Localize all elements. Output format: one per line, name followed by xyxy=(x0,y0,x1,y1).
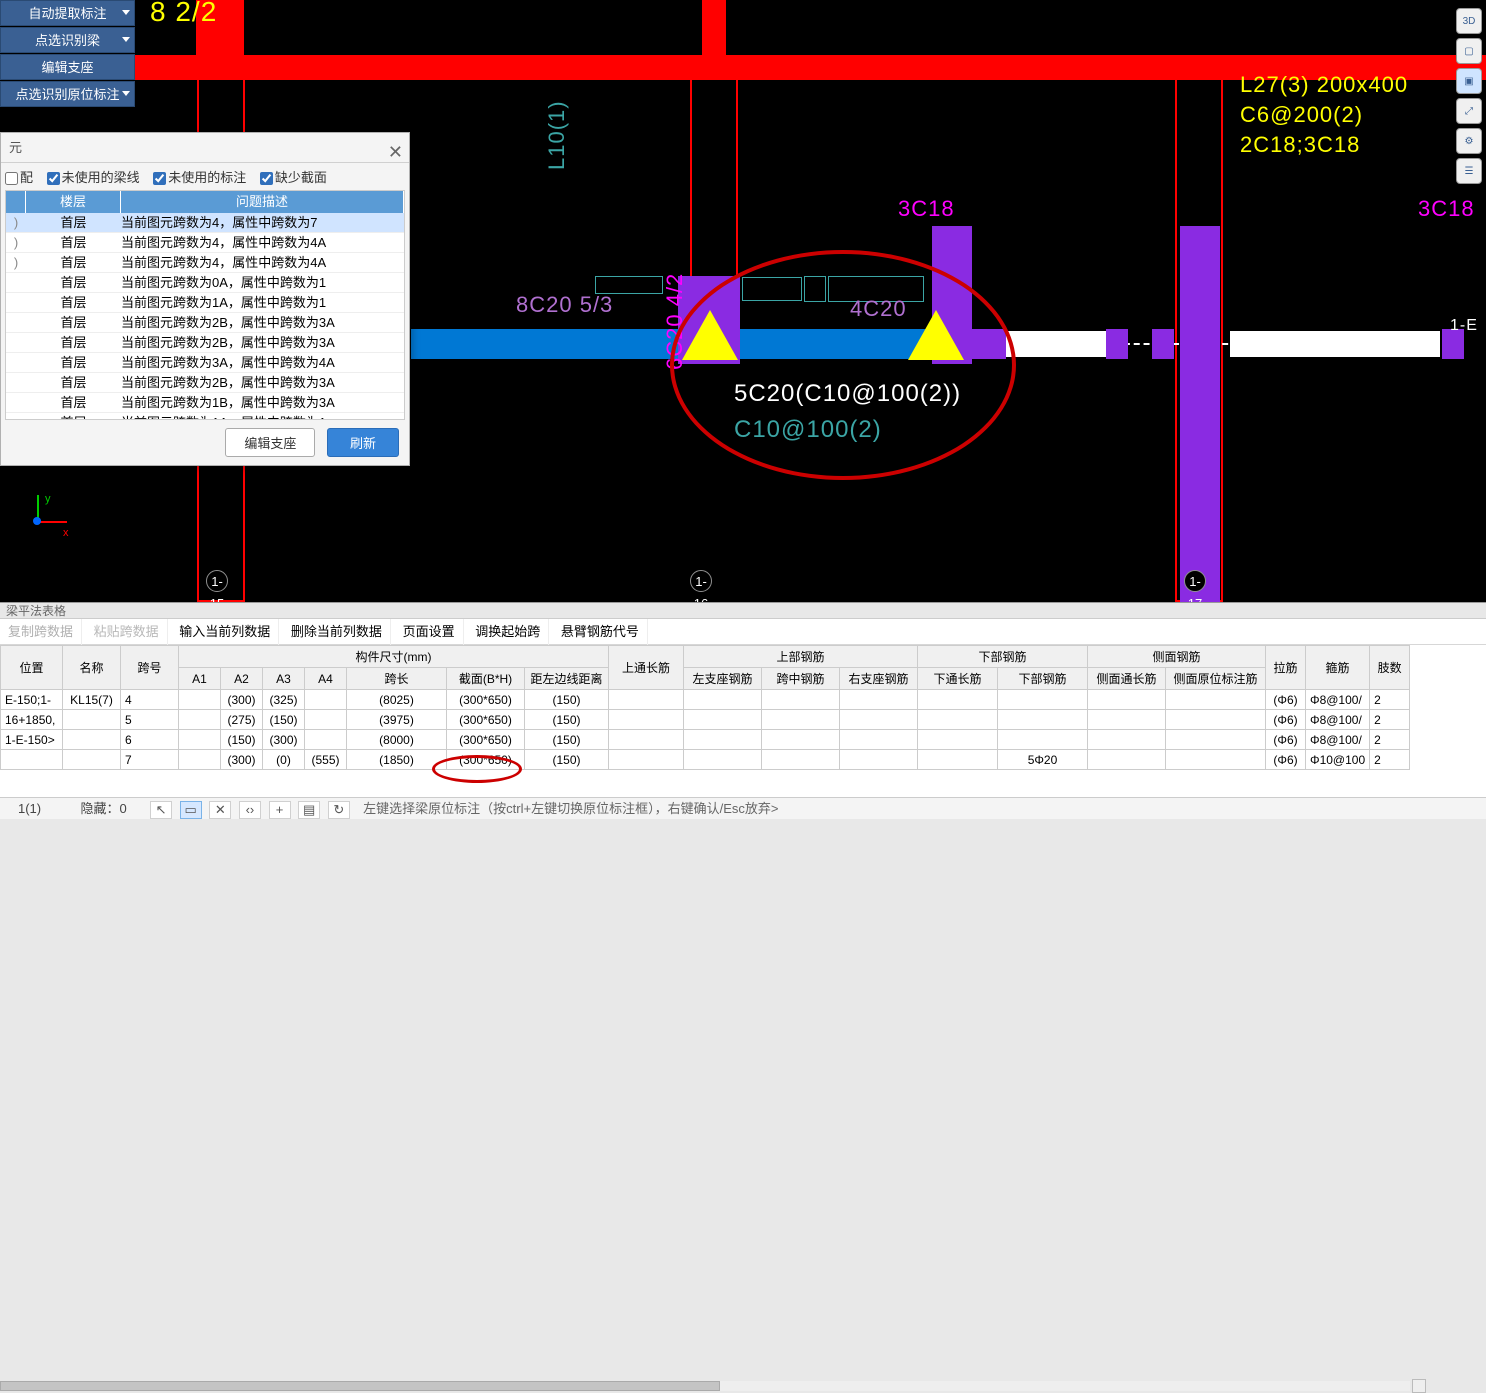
tool-paste-span[interactable]: 粘贴跨数据 xyxy=(86,619,168,645)
tool-page-setup[interactable]: 页面设置 xyxy=(395,619,464,645)
issue-row[interactable]: )首层当前图元跨数为4，属性中跨数为4A xyxy=(6,233,404,253)
bottom-tools: 复制跨数据 粘贴跨数据 输入当前列数据 删除当前列数据 页面设置 调换起始跨 悬… xyxy=(0,619,1486,645)
sicon-doc[interactable]: ▤ xyxy=(298,801,320,819)
sicon-cursor[interactable]: ↖ xyxy=(150,801,172,819)
cad-text: C6@200(2) xyxy=(1240,102,1363,128)
annotation-circle xyxy=(670,250,1016,480)
tool-swap-start[interactable]: 调换起始跨 xyxy=(467,619,549,645)
issue-row[interactable]: )首层当前图元跨数为4，属性中跨数为4A xyxy=(6,253,404,273)
btn-edit-support-panel[interactable]: 编辑支座 xyxy=(225,428,315,457)
btn-auto-extract[interactable]: 自动提取标注 xyxy=(0,0,135,26)
issue-row[interactable]: 首层当前图元跨数为2B，属性中跨数为3A xyxy=(6,373,404,393)
sicon-refresh[interactable]: ↻ xyxy=(328,801,350,819)
data-table-wrap[interactable]: 位置 名称 跨号 构件尺寸(mm) 上通长筋 上部钢筋 下部钢筋 侧面钢筋 拉筋… xyxy=(0,645,1486,777)
issue-row[interactable]: 首层当前图元跨数为0A，属性中跨数为1 xyxy=(6,273,404,293)
view-top-icon[interactable]: ▢ xyxy=(1456,38,1482,64)
cad-text: 8C20 5/3 xyxy=(516,292,613,318)
issue-list[interactable]: 楼层 问题描述 )首层当前图元跨数为4，属性中跨数为7)首层当前图元跨数为4，属… xyxy=(5,190,405,420)
table-row[interactable]: 7(300)(0)(555)(1850)(300*650)(150)5Φ20(Φ… xyxy=(1,750,1410,770)
view-settings-icon[interactable]: ⚙ xyxy=(1456,128,1482,154)
table-row[interactable]: 1-E-150>6(150)(300)(8000)(300*650)(150)(… xyxy=(1,730,1410,750)
h-scrollbar[interactable] xyxy=(0,1381,1410,1391)
chk-unused-beamline[interactable]: 未使用的梁线 xyxy=(47,170,140,185)
cad-text: L27(3) 200x400 xyxy=(1240,72,1408,98)
sicon-box[interactable]: ▭ xyxy=(180,801,202,819)
btn-origin-label[interactable]: 点选识别原位标注 xyxy=(0,81,135,107)
table-row[interactable]: E-150;1-KL15(7)4(300)(325)(8025)(300*650… xyxy=(1,690,1410,710)
bottom-title: 梁平法表格 xyxy=(0,603,1486,619)
tool-copy-span[interactable]: 复制跨数据 xyxy=(0,619,82,645)
annotation-circle-table xyxy=(432,755,522,783)
status-hint: 左键选择梁原位标注（按ctrl+左键切换原位标注框），右键确认/Esc放弃> xyxy=(363,801,778,816)
axis-gizmo: yx xyxy=(15,495,70,550)
close-icon[interactable]: ✕ xyxy=(388,137,403,167)
chk-unused-label[interactable]: 未使用的标注 xyxy=(153,170,246,185)
grid-bubble: 1-16 xyxy=(690,570,712,592)
btn-edit-support[interactable]: 编辑支座 xyxy=(0,54,135,80)
chk-alloc[interactable]: 配 xyxy=(5,170,33,185)
issue-row[interactable]: 首层当前图元跨数为1A，属性中跨数为1 xyxy=(6,413,404,420)
left-toolbar: 自动提取标注 点选识别梁 编辑支座 点选识别原位标注 xyxy=(0,0,135,108)
beam-white xyxy=(1230,331,1440,357)
cad-text: L10(1) xyxy=(544,100,570,170)
issue-row[interactable]: 首层当前图元跨数为1B，属性中跨数为3A xyxy=(6,393,404,413)
view-strip: 3D ▢ ▣ ⤢ ⚙ ☰ xyxy=(1456,8,1484,188)
table-row[interactable]: 16+1850,5(275)(150)(3975)(300*650)(150)(… xyxy=(1,710,1410,730)
grid-bubble: 1-17 xyxy=(1184,570,1206,592)
tool-cantilever[interactable]: 悬臂钢筋代号 xyxy=(553,619,648,645)
issue-row[interactable]: 首层当前图元跨数为2B，属性中跨数为3A xyxy=(6,333,404,353)
view-3d-icon[interactable]: 3D xyxy=(1456,8,1482,34)
beam-table-panel: 梁平法表格 复制跨数据 粘贴跨数据 输入当前列数据 删除当前列数据 页面设置 调… xyxy=(0,602,1486,819)
cad-text: 1-E xyxy=(1450,317,1478,335)
issues-panel: 元 ✕ 配 未使用的梁线 未使用的标注 缺少截面 楼层 问题描述 )首层当前图元… xyxy=(0,132,410,466)
sicon-x[interactable]: ✕ xyxy=(209,801,231,819)
view-list-icon[interactable]: ☰ xyxy=(1456,158,1482,184)
tool-delete-col[interactable]: 删除当前列数据 xyxy=(283,619,391,645)
data-table: 位置 名称 跨号 构件尺寸(mm) 上通长筋 上部钢筋 下部钢筋 侧面钢筋 拉筋… xyxy=(0,645,1410,770)
chk-missing-section[interactable]: 缺少截面 xyxy=(260,170,327,185)
cad-text: 3C18 xyxy=(1418,196,1475,222)
status-count: 1(1) xyxy=(0,798,59,820)
sicon-plus[interactable]: + xyxy=(269,801,291,819)
tool-input-col[interactable]: 输入当前列数据 xyxy=(171,619,279,645)
col-seg xyxy=(1152,329,1174,359)
issue-row[interactable]: 首层当前图元跨数为3A，属性中跨数为4A xyxy=(6,353,404,373)
btn-refresh[interactable]: 刷新 xyxy=(327,428,399,457)
status-hidden: 隐藏：0 xyxy=(62,798,144,820)
view-expand-icon[interactable]: ⤢ xyxy=(1456,98,1482,124)
cad-text: 3C18 xyxy=(898,196,955,222)
cad-text: 8 2/2 xyxy=(150,0,217,28)
sicon-chev[interactable]: ‹› xyxy=(239,801,261,819)
panel-filters: 配 未使用的梁线 未使用的标注 缺少截面 xyxy=(1,163,409,190)
status-bar: 1(1) 隐藏：0 ↖ ▭ ✕ ‹› + ▤ ↻ 左键选择梁原位标注（按ctrl… xyxy=(0,797,1486,819)
btn-point-recognize[interactable]: 点选识别梁 xyxy=(0,27,135,53)
issue-row[interactable]: )首层当前图元跨数为4，属性中跨数为7 xyxy=(6,213,404,233)
list-header: 楼层 问题描述 xyxy=(6,191,404,213)
column xyxy=(1180,226,1220,602)
view-front-icon[interactable]: ▣ xyxy=(1456,68,1482,94)
scroll-right-arrow[interactable] xyxy=(1412,1379,1426,1393)
beam-vert xyxy=(702,0,726,56)
issue-row[interactable]: 首层当前图元跨数为1A，属性中跨数为1 xyxy=(6,293,404,313)
grid-bubble: 1-15 xyxy=(206,570,228,592)
issue-row[interactable]: 首层当前图元跨数为2B，属性中跨数为3A xyxy=(6,313,404,333)
col-seg xyxy=(1106,329,1128,359)
cad-text: 2C18;3C18 xyxy=(1240,132,1360,158)
panel-title: 元 ✕ xyxy=(1,133,409,163)
